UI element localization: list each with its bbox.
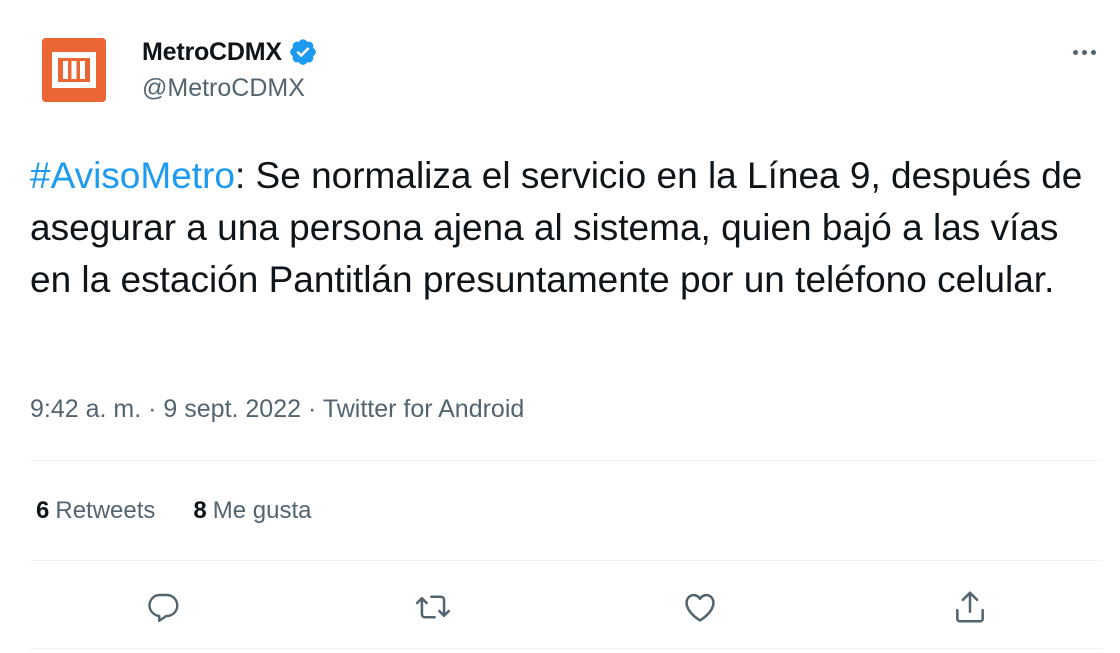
verified-badge-icon [288, 37, 318, 67]
share-button[interactable] [948, 585, 992, 629]
retweets-label: Retweets [55, 497, 156, 524]
account-name-row[interactable]: MetroCDMX [142, 36, 318, 68]
account-handle[interactable]: @MetroCDMX [142, 74, 305, 103]
tweet-text: #AvisoMetro: Se normaliza el servicio en… [30, 150, 1090, 306]
tweet-date[interactable]: 9 sept. 2022 [163, 395, 301, 423]
action-bar [0, 585, 1120, 629]
likes-label: Me gusta [212, 497, 312, 524]
reply-button[interactable] [141, 585, 185, 629]
display-name[interactable]: MetroCDMX [142, 38, 282, 67]
retweets-count: 6 [36, 497, 50, 524]
tweet-card: MetroCDMX @MetroCDMX #AvisoMetro: Se nor… [0, 0, 1120, 653]
divider [30, 560, 1102, 561]
tweet-metadata: 9:42 a. m. · 9 sept. 2022 · Twitter for … [30, 395, 524, 424]
like-button[interactable] [678, 585, 722, 629]
tweet-stats: 6 Retweets 8 Me gusta [36, 497, 311, 525]
divider [30, 648, 1102, 649]
retweets-stat[interactable]: 6 Retweets [36, 497, 155, 525]
share-icon [956, 591, 984, 623]
reply-icon [148, 593, 179, 622]
avatar[interactable] [42, 38, 106, 102]
meta-separator: · [307, 395, 317, 423]
tweet-time[interactable]: 9:42 a. m. [30, 395, 141, 423]
meta-separator: · [148, 395, 157, 423]
divider [30, 460, 1102, 461]
likes-stat[interactable]: 8 Me gusta [193, 497, 311, 525]
like-icon [685, 593, 715, 622]
likes-count: 8 [193, 497, 207, 524]
tweet-source[interactable]: Twitter for Android [323, 395, 524, 423]
retweet-icon [415, 595, 451, 619]
hashtag-link[interactable]: #AvisoMetro [30, 155, 235, 196]
retweet-button[interactable] [411, 585, 455, 629]
more-options-icon[interactable] [1066, 40, 1102, 64]
metro-logo-icon [42, 38, 106, 102]
